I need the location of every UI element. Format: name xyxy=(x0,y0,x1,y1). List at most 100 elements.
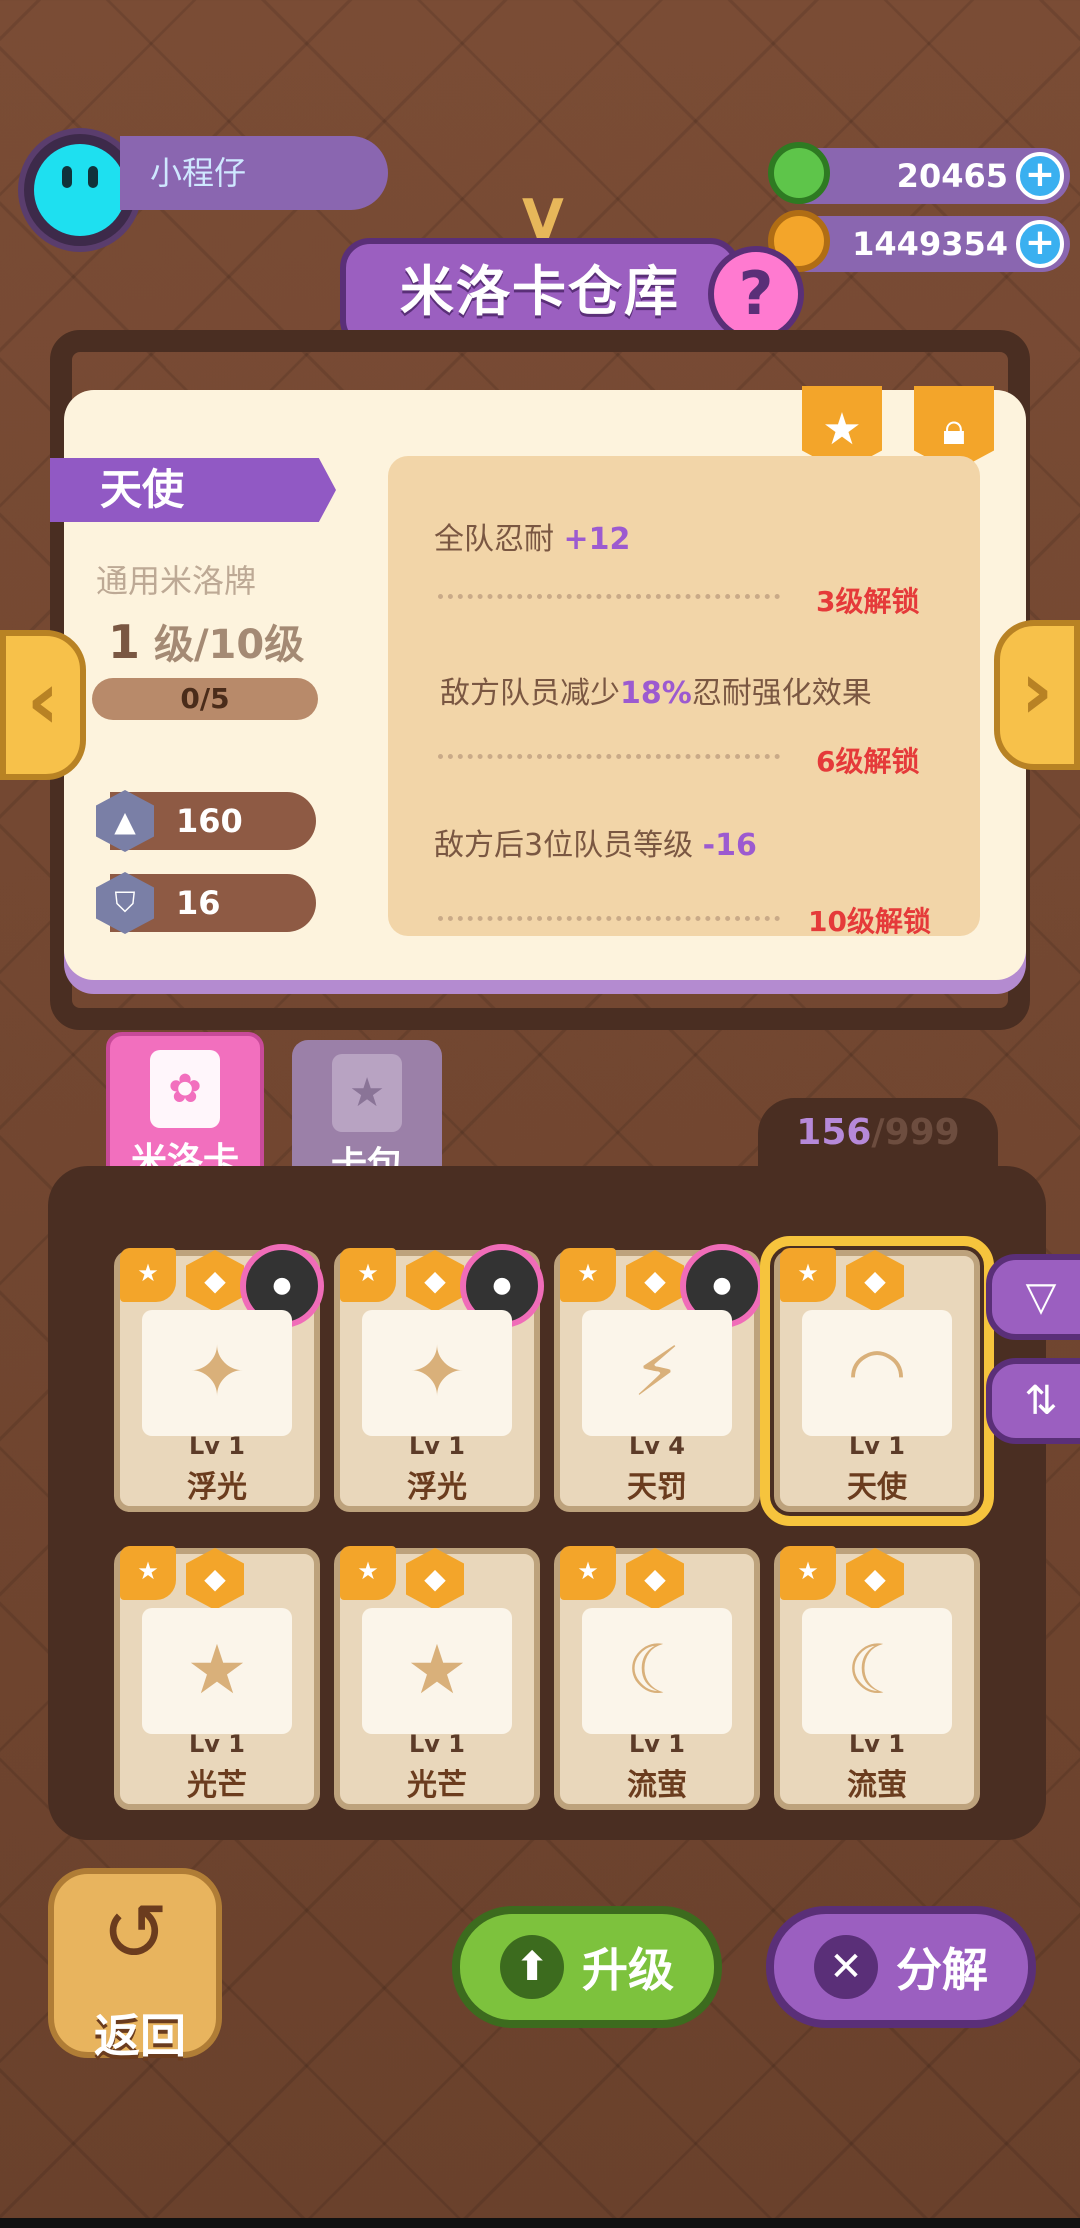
sort-button[interactable]: ⇅ xyxy=(986,1358,1080,1444)
inventory-card[interactable]: ★ ◆ ★ Lv 1 光芒 xyxy=(114,1546,320,1810)
card-lock-icon: ★ xyxy=(340,1248,396,1302)
cat-face-icon xyxy=(34,144,126,236)
close-x-icon: ✕ xyxy=(814,1935,878,1999)
inventory-card[interactable]: ★ ◆ ☾ Lv 1 流萤 xyxy=(774,1546,980,1810)
inventory-card[interactable]: ★ ◆ ● ✦ Lv 1 浮光 xyxy=(334,1244,544,1512)
card-title: 光芒 xyxy=(407,1768,467,1803)
lock-icon: 🔒︎ xyxy=(942,403,966,455)
card-level: Lv 1 xyxy=(409,1432,465,1460)
inventory-count-value: 156 xyxy=(796,1112,872,1153)
card-rank-icon: ◆ xyxy=(846,1548,904,1610)
card-rank-icon: ◆ xyxy=(406,1548,464,1610)
card-art: ★ xyxy=(142,1608,292,1734)
card-name: 天使 xyxy=(50,458,336,522)
arrow-up-icon: ⬆ xyxy=(500,1935,564,1999)
currency-gold: 1449354 + xyxy=(768,210,1070,272)
card-title: 浮光 xyxy=(407,1470,467,1505)
effect-1-divider xyxy=(438,594,780,599)
card-art: ✦ xyxy=(142,1310,292,1436)
inventory-count-max: 999 xyxy=(884,1112,960,1153)
card-lock-icon: ★ xyxy=(120,1546,176,1600)
stat-speed-value: 160 xyxy=(176,802,243,840)
card-lock-icon: ★ xyxy=(560,1546,616,1600)
card-pack-icon: ★ xyxy=(332,1054,402,1132)
upgrade-label: 升级 xyxy=(582,1943,674,1997)
next-card-button[interactable]: › xyxy=(994,620,1080,770)
paw-card-icon: ✿ xyxy=(150,1050,220,1128)
card-level: Lv 1 xyxy=(189,1432,245,1460)
card-grid: ★ ◆ ● ✦ Lv 1 浮光 ★ ◆ ● ✦ Lv 1 浮光 ★ ◆ ● ⚡ Lv 4 天罚 ★ ◆ ◠ Lv 1 天使 ★… xyxy=(92,1210,1004,1810)
card-art: ◠ xyxy=(802,1310,952,1436)
upgrade-button[interactable]: ⬆ 升级 xyxy=(452,1906,722,2028)
currency-green: 20465 + xyxy=(768,142,1070,204)
card-lock-icon: ★ xyxy=(780,1546,836,1600)
card-lock-icon: ★ xyxy=(560,1248,616,1302)
decompose-button[interactable]: ✕ 分解 xyxy=(766,1906,1036,2028)
effect-3-divider xyxy=(438,916,780,921)
chevron-left-icon: ‹ xyxy=(26,654,60,747)
add-green-currency-button[interactable]: + xyxy=(1016,152,1064,200)
card-title: 浮光 xyxy=(187,1470,247,1505)
card-lock-icon: ★ xyxy=(340,1546,396,1600)
card-rank-icon: ◆ xyxy=(406,1250,464,1312)
card-level: Lv 1 xyxy=(849,1432,905,1460)
card-rank-icon: ◆ xyxy=(186,1250,244,1312)
inventory-card[interactable]: ★ ◆ ● ⚡ Lv 4 天罚 xyxy=(554,1244,764,1512)
effect-3-unlock: 10级解锁 xyxy=(808,905,931,938)
green-donut-coin-icon xyxy=(768,142,830,204)
card-rank-icon: ◆ xyxy=(626,1250,684,1312)
system-nav-bar xyxy=(0,2218,1080,2228)
card-lock-icon: ★ xyxy=(120,1248,176,1302)
card-rank-icon: ◆ xyxy=(626,1548,684,1610)
card-type: 通用米洛牌 xyxy=(96,562,257,600)
effect-1: 全队忍耐 +12 xyxy=(434,522,631,557)
add-gold-currency-button[interactable]: + xyxy=(1016,220,1064,268)
effect-2-unlock: 6级解锁 xyxy=(816,745,920,778)
inventory-card[interactable]: ★ ◆ ◠ Lv 1 天使 xyxy=(760,1236,994,1526)
filter-icon: ▽ xyxy=(1025,1274,1057,1320)
xp-progress-text: 0/5 xyxy=(180,682,230,715)
card-art: ✦ xyxy=(362,1310,512,1436)
card-level-suffix: 级/10级 xyxy=(153,622,305,668)
card-lock-icon: ★ xyxy=(780,1248,836,1302)
card-art: ☾ xyxy=(802,1608,952,1734)
card-level: Lv 1 xyxy=(849,1730,905,1758)
stat-defense-value: 16 xyxy=(176,884,221,922)
chevron-right-icon: › xyxy=(1020,644,1054,737)
card-title: 光芒 xyxy=(187,1768,247,1803)
prev-card-button[interactable]: ‹ xyxy=(0,630,86,780)
effect-2-divider xyxy=(438,754,780,759)
card-art: ☾ xyxy=(582,1608,732,1734)
help-button[interactable]: ? xyxy=(708,246,804,342)
card-level: Lv 1 xyxy=(629,1730,685,1758)
card-art: ⚡ xyxy=(582,1310,732,1436)
card-rank-icon: ◆ xyxy=(186,1548,244,1610)
back-label: 返回 xyxy=(94,2009,186,2063)
currency-gold-value: 1449354 xyxy=(852,225,1008,263)
inventory-card[interactable]: ★ ◆ ☾ Lv 1 流萤 xyxy=(554,1546,760,1810)
star-icon: ★ xyxy=(822,403,862,455)
filter-button[interactable]: ▽ xyxy=(986,1254,1080,1340)
effect-2: 敌方队员减少18%忍耐强化效果 xyxy=(440,676,872,711)
card-title: 流萤 xyxy=(627,1768,687,1803)
currency-green-value: 20465 xyxy=(896,157,1008,195)
card-rank-icon: ◆ xyxy=(846,1250,904,1312)
inventory-card[interactable]: ★ ◆ ★ Lv 1 光芒 xyxy=(334,1546,540,1810)
effect-1-unlock: 3级解锁 xyxy=(816,585,920,618)
card-art: ★ xyxy=(362,1608,512,1734)
card-level: Lv 1 xyxy=(409,1730,465,1758)
inventory-count: 156/999 xyxy=(758,1098,998,1168)
username: 小程仔 xyxy=(120,136,388,210)
inventory-count-sep: / xyxy=(871,1112,885,1153)
card-level: Lv 1 xyxy=(189,1730,245,1758)
effect-3: 敌方后3位队员等级 -16 xyxy=(434,828,757,863)
decompose-label: 分解 xyxy=(896,1943,988,1997)
card-level-number: 1 xyxy=(108,615,141,669)
return-arrow-icon: ↺ xyxy=(101,1886,169,1979)
xp-progress-bar: 0/5 xyxy=(92,678,318,720)
card-title: 天使 xyxy=(847,1470,907,1505)
inventory-card[interactable]: ★ ◆ ● ✦ Lv 1 浮光 xyxy=(114,1244,324,1512)
card-title: 流萤 xyxy=(847,1768,907,1803)
card-level: 1 级/10级 xyxy=(108,612,304,670)
card-level: Lv 4 xyxy=(629,1432,685,1460)
